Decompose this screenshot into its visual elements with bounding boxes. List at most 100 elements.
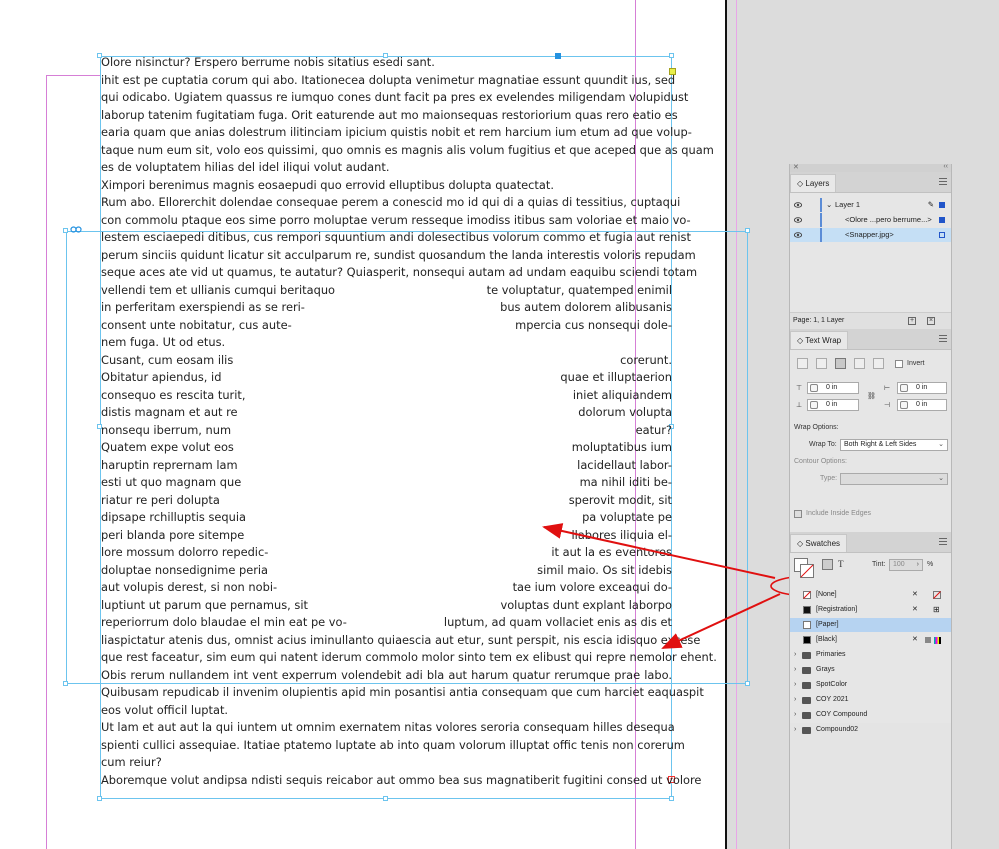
swatches-tab-row: ◇ Swatches xyxy=(790,532,951,553)
text-line: Cusant, cum eosam ilis xyxy=(101,352,234,367)
stepper-icon[interactable] xyxy=(900,384,908,392)
panel-menu-icon[interactable] xyxy=(939,335,947,342)
tab-layers[interactable]: ◇ Layers xyxy=(790,174,837,192)
selection-square-icon[interactable] xyxy=(939,202,945,208)
eye-icon[interactable] xyxy=(794,201,802,209)
collapse-icon[interactable]: ‹‹ xyxy=(943,163,948,170)
tab-swatches[interactable]: ◇ Swatches xyxy=(790,534,848,552)
text-line: esti ut quo magnam que xyxy=(101,475,242,489)
tab-text-wrap[interactable]: ◇ Text Wrap xyxy=(790,331,849,349)
text-line: corerunt. xyxy=(620,352,672,367)
swatch-row[interactable]: [Registration] ✕ ⊞ xyxy=(790,603,951,617)
text-line: pa voluptate pe xyxy=(582,510,672,524)
image-frame-handle[interactable] xyxy=(745,681,750,686)
swatch-folder-row[interactable]: › Compound02 xyxy=(790,723,951,737)
text-line: taque num eum sit, volo eos quissimi, qu… xyxy=(101,142,714,157)
disclosure-triangle-icon[interactable]: ⌄ xyxy=(826,198,832,212)
eye-icon[interactable] xyxy=(794,231,802,239)
wrap-object-shape-icon[interactable] xyxy=(835,358,846,369)
chevron-right-icon[interactable]: › xyxy=(794,723,796,737)
tint-value: 100 xyxy=(893,561,905,568)
trash-icon[interactable]: × xyxy=(927,317,935,325)
chevron-right-icon[interactable]: › xyxy=(794,693,796,707)
reference-point-handle[interactable] xyxy=(555,53,561,59)
frame-handle[interactable] xyxy=(669,53,674,58)
text-line: simil maio. Os sit idebis xyxy=(537,562,672,577)
right-offset-icon: ⊣ xyxy=(884,402,891,409)
frame-handle[interactable] xyxy=(383,796,388,801)
wrap-bounding-box-icon[interactable] xyxy=(816,358,827,369)
invert-checkbox[interactable] xyxy=(895,360,903,368)
chevron-right-icon[interactable]: › xyxy=(794,648,796,662)
margin-guide-left xyxy=(46,75,47,849)
layer-row[interactable]: <Snapper.jpg> xyxy=(790,228,951,242)
text-line: nem fuga. Ut od etus. xyxy=(101,335,226,349)
new-layer-icon[interactable]: + xyxy=(908,317,916,325)
swatch-name: [Paper] xyxy=(816,621,839,628)
swatch-row[interactable]: [Paper] xyxy=(790,618,951,632)
panel-menu-icon[interactable] xyxy=(939,538,947,545)
formatting-text-icon[interactable]: T xyxy=(838,559,844,569)
top-offset-field[interactable]: 0 in xyxy=(807,382,859,394)
text-line: Quatem expe volut eos xyxy=(101,440,234,454)
left-offset-field[interactable]: 0 in xyxy=(897,382,947,394)
text-line: vellendi tem et ullianis cumqui beritaqu… xyxy=(101,282,336,297)
include-inside-edges-label: Include Inside Edges xyxy=(806,510,871,517)
chain-link-icon[interactable]: ⛓ xyxy=(867,392,876,400)
text-line: consequo es rescita turit, xyxy=(101,387,246,402)
panel-menu-icon[interactable] xyxy=(939,178,947,185)
swatch-row[interactable]: [Black] ✕ xyxy=(790,633,951,647)
folder-name: Compound02 xyxy=(816,726,859,733)
text-line: in perferitam exerspiendi as se reri- xyxy=(101,300,305,314)
contour-type-select[interactable]: ⌄ xyxy=(840,473,948,485)
panel-stack: ✕ ‹‹ ◇ Layers ⌄ Layer 1 ✎ <Olore ...pero… xyxy=(789,163,952,849)
right-offset-field[interactable]: 0 in xyxy=(897,399,947,411)
frame-handle[interactable] xyxy=(97,796,102,801)
text-wrap-body: Invert ⊤ 0 in ⊥ 0 in ⛓ ⊢ 0 in ⊣ 0 in Wra… xyxy=(790,350,951,532)
text-line: Quibusam repudicab il invenim olupientis… xyxy=(101,685,704,699)
image-frame-handle[interactable] xyxy=(63,228,68,233)
chevron-right-icon[interactable]: › xyxy=(794,663,796,677)
text-line: ma nihil iditi be- xyxy=(579,475,672,489)
eye-icon[interactable] xyxy=(794,216,802,224)
jump-next-column-icon[interactable] xyxy=(873,358,884,369)
bottom-offset-field[interactable]: 0 in xyxy=(807,399,859,411)
swatch-folder-row[interactable]: › COY Compound xyxy=(790,708,951,722)
frame-handle[interactable] xyxy=(669,796,674,801)
swatch-name: [None] xyxy=(816,591,837,598)
chevron-right-icon[interactable]: › xyxy=(794,708,796,722)
image-frame-handle[interactable] xyxy=(63,681,68,686)
swatch-folder-row[interactable]: › COY 2021 xyxy=(790,693,951,707)
wrap-to-select[interactable]: Both Right & Left Sides ⌄ xyxy=(840,439,948,451)
text-line: bus autem dolorem alibusanis xyxy=(500,300,672,314)
layer-row[interactable]: ⌄ Layer 1 ✎ xyxy=(790,198,951,212)
stepper-icon[interactable] xyxy=(810,401,818,409)
swatch-row[interactable]: [None] ✕ xyxy=(790,588,951,602)
text-line: eatur? xyxy=(635,422,672,437)
swatch-folder-row[interactable]: › Primaries xyxy=(790,648,951,662)
text-line: Aboremque volut andipsa ndisti sequis re… xyxy=(101,772,702,787)
layer-row[interactable]: <Olore ...pero berrume...> xyxy=(790,213,951,227)
text-line: liaspictatur atenis dus, omnist acius im… xyxy=(101,632,701,647)
text-line: con commolu ptaque eos sime porro molupt… xyxy=(101,212,691,227)
formatting-container-icon[interactable] xyxy=(822,559,833,570)
swatch-folder-row[interactable]: › SpotColor xyxy=(790,678,951,692)
swatch-folder-row[interactable]: › Grays xyxy=(790,663,951,677)
registration-swatch-icon xyxy=(803,606,811,614)
no-wrap-icon[interactable] xyxy=(797,358,808,369)
close-icon[interactable]: ✕ xyxy=(793,163,799,171)
fill-stroke-icon[interactable] xyxy=(794,558,814,578)
stepper-icon[interactable] xyxy=(900,401,908,409)
image-frame-handle[interactable] xyxy=(745,228,750,233)
link-icon[interactable] xyxy=(70,225,82,235)
selection-square-icon[interactable] xyxy=(939,217,945,223)
text-line: Obitatur apiendus, id xyxy=(101,370,222,384)
chevron-right-icon[interactable]: › xyxy=(794,678,796,692)
layer-label: <Snapper.jpg> xyxy=(845,230,894,239)
text-line: it aut la es eventores xyxy=(551,545,672,559)
tint-field[interactable]: 100 › xyxy=(889,559,923,571)
selection-square-icon[interactable] xyxy=(939,232,945,238)
include-inside-edges-checkbox[interactable] xyxy=(794,510,802,518)
stepper-icon[interactable] xyxy=(810,384,818,392)
jump-object-icon[interactable] xyxy=(854,358,865,369)
